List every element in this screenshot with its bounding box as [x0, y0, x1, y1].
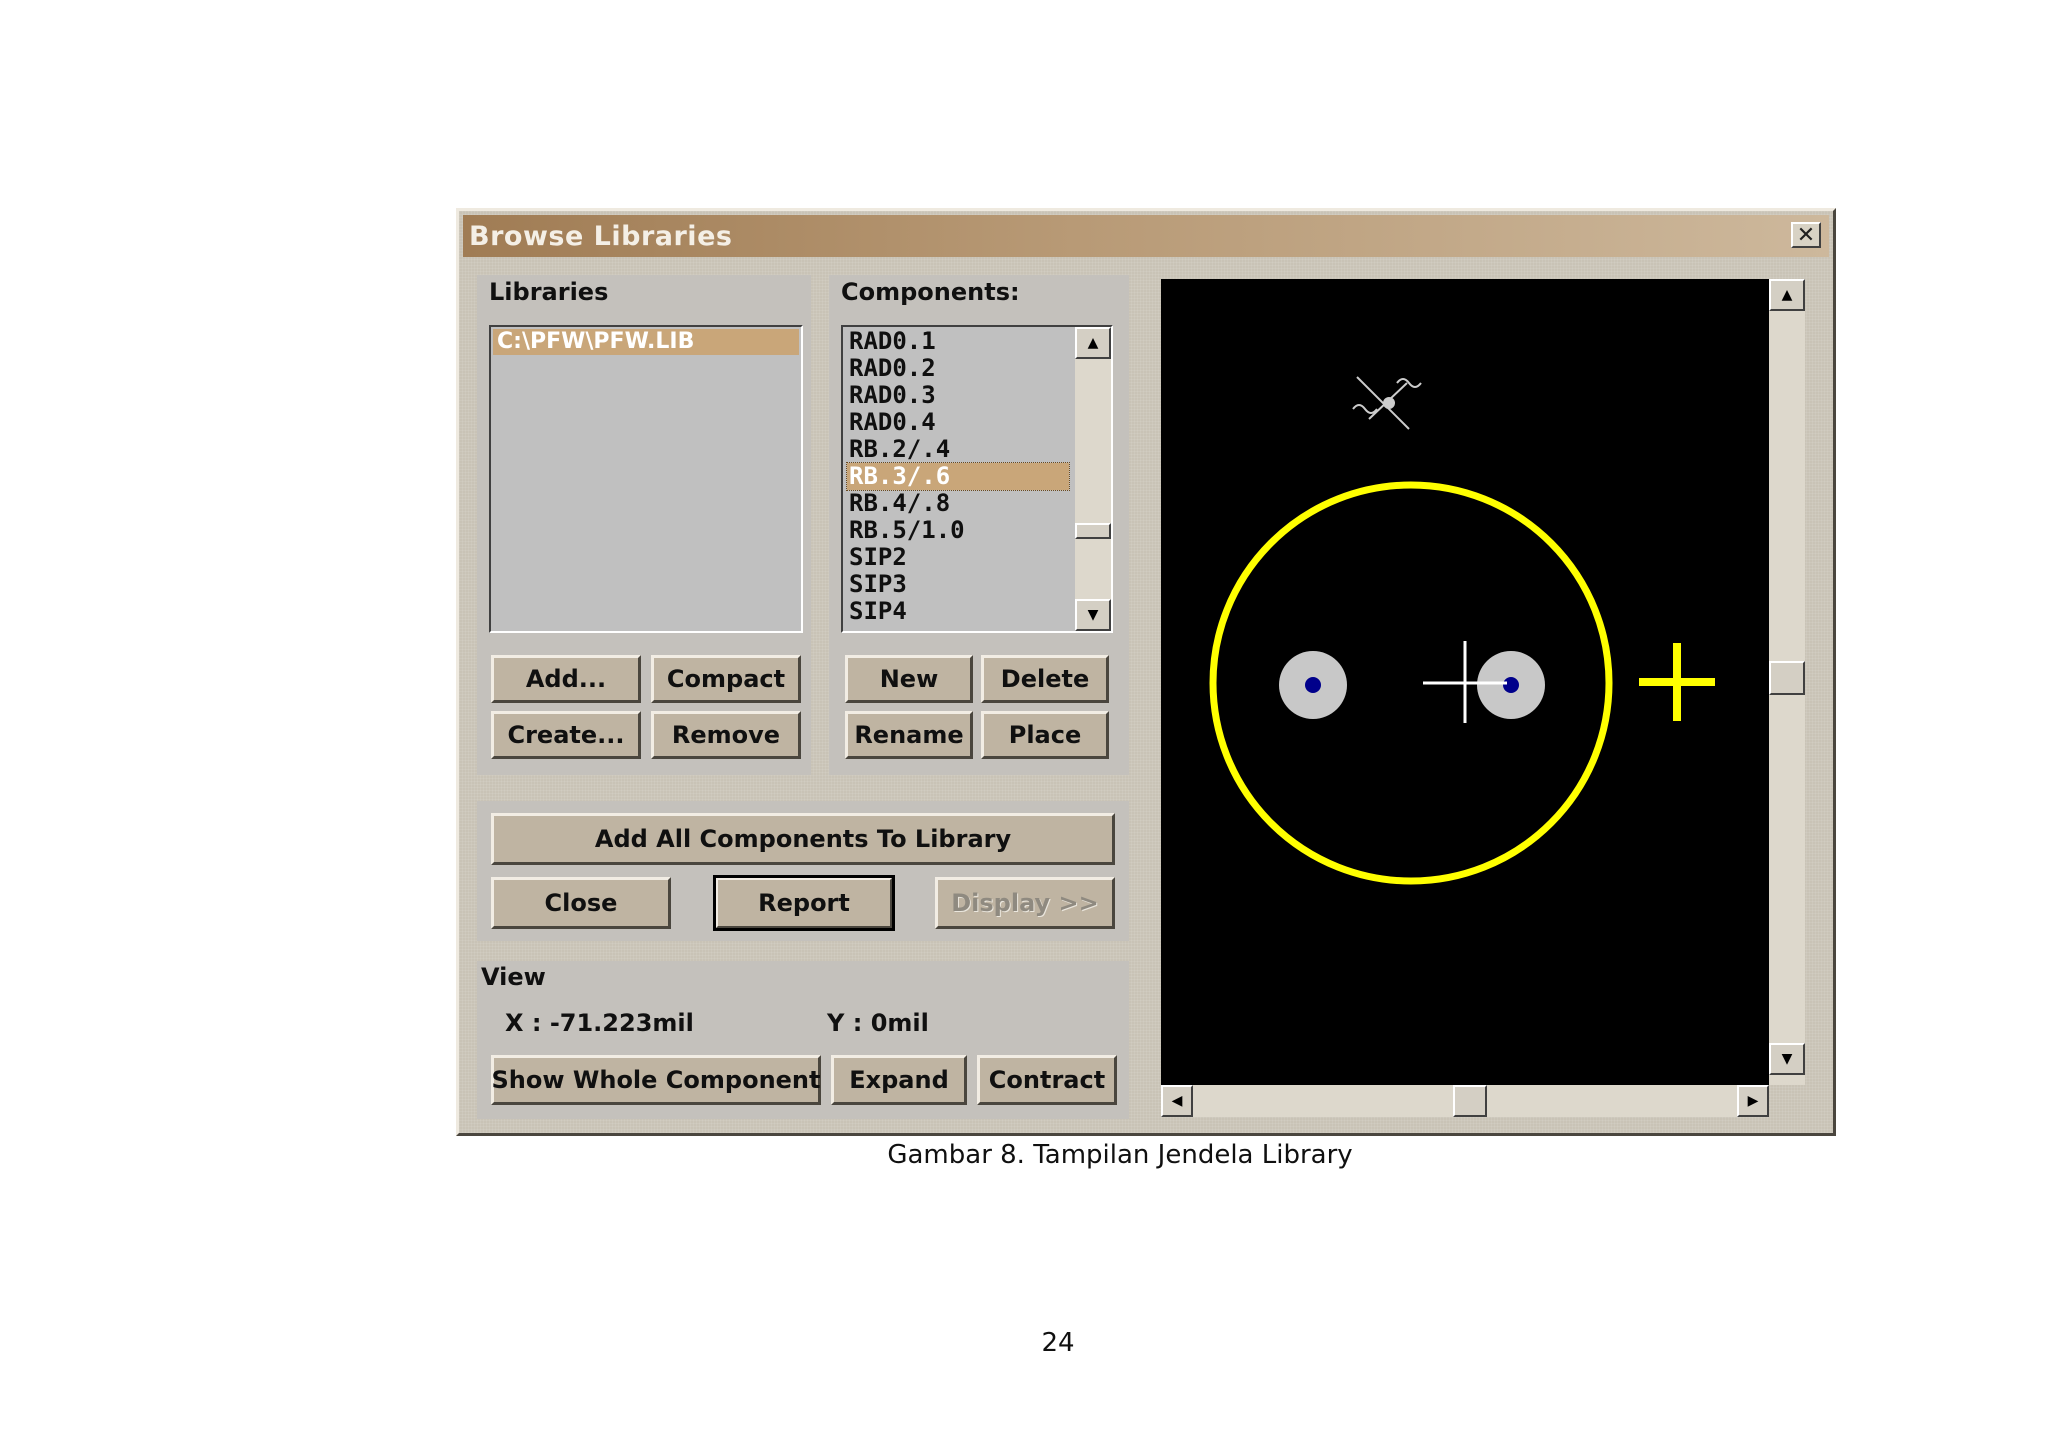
designator-marker-icon [1352, 376, 1422, 430]
y-coordinate: Y : 0mil [827, 1009, 929, 1037]
component-item[interactable]: RB.4/.8 [847, 490, 1069, 517]
component-item[interactable]: RAD0.1 [847, 328, 1069, 355]
view-label: View [481, 963, 546, 991]
scroll-down-arrow-icon[interactable]: ▼ [1075, 599, 1111, 631]
component-item[interactable]: RB.2/.4 [847, 436, 1069, 463]
components-list[interactable]: RAD0.1 RAD0.2 RAD0.3 RAD0.4 RB.2/.4 RB.3… [841, 325, 1113, 633]
component-item[interactable]: SIP4 [847, 598, 1069, 625]
new-component-button[interactable]: New [845, 655, 973, 703]
show-whole-component-button[interactable]: Show Whole Component [491, 1055, 821, 1105]
rename-component-button[interactable]: Rename [845, 711, 973, 759]
component-preview[interactable] [1161, 279, 1769, 1085]
actions-panel: Add All Components To Library Close Repo… [477, 801, 1129, 941]
expand-button[interactable]: Expand [831, 1055, 967, 1105]
display-button[interactable]: Display >> [935, 877, 1115, 929]
delete-component-button[interactable]: Delete [981, 655, 1109, 703]
footprint-drawing [1209, 376, 1715, 885]
preview-scroll-right-arrow-icon[interactable]: ▶ [1737, 1085, 1769, 1117]
report-button[interactable]: Report [713, 875, 895, 931]
component-item-selected[interactable]: RB.3/.6 [846, 462, 1070, 491]
preview-vertical-thumb[interactable] [1769, 661, 1805, 695]
component-item[interactable]: SIP3 [847, 571, 1069, 598]
preview-horizontal-thumb[interactable] [1453, 1085, 1487, 1117]
add-library-button[interactable]: Add... [491, 655, 641, 703]
page-number: 24 [1041, 1328, 1075, 1358]
compact-button[interactable]: Compact [651, 655, 801, 703]
components-scroll-thumb[interactable] [1075, 523, 1111, 539]
component-item[interactable]: RAD0.3 [847, 382, 1069, 409]
library-item[interactable]: C:\PFW\PFW.LIB [493, 329, 799, 355]
components-label: Components: [841, 278, 1020, 306]
x-coordinate: X : -71.223mil [505, 1009, 694, 1037]
component-item[interactable]: SIP2 [847, 544, 1069, 571]
contract-button[interactable]: Contract [977, 1055, 1117, 1105]
remove-library-button[interactable]: Remove [651, 711, 801, 759]
components-scrollbar-track[interactable] [1075, 327, 1111, 631]
component-item[interactable]: RAD0.2 [847, 355, 1069, 382]
component-item[interactable]: RAD0.4 [847, 409, 1069, 436]
pad-2-hole [1503, 677, 1519, 693]
libraries-panel: Libraries C:\PFW\PFW.LIB Add... Compact … [477, 275, 811, 775]
view-panel: View X : -71.223mil Y : 0mil Show Whole … [477, 961, 1129, 1119]
add-all-components-button[interactable]: Add All Components To Library [491, 813, 1115, 865]
preview-scroll-left-arrow-icon[interactable]: ◀ [1161, 1085, 1193, 1117]
component-item[interactable]: RB.5/1.0 [847, 517, 1069, 544]
close-icon[interactable]: ✕ [1791, 222, 1821, 248]
pad-1-hole [1305, 677, 1321, 693]
preview-scroll-down-arrow-icon[interactable]: ▼ [1769, 1043, 1805, 1075]
place-component-button[interactable]: Place [981, 711, 1109, 759]
close-button[interactable]: Close [491, 877, 671, 929]
window-title: Browse Libraries [469, 221, 733, 252]
libraries-label: Libraries [489, 278, 609, 306]
component-outline [1209, 481, 1613, 885]
figure-caption: Gambar 8. Tampilan Jendela Library [887, 1140, 1353, 1170]
libraries-list[interactable]: C:\PFW\PFW.LIB [489, 325, 803, 633]
components-panel: Components: RAD0.1 RAD0.2 RAD0.3 RAD0.4 … [829, 275, 1129, 775]
create-library-button[interactable]: Create... [491, 711, 641, 759]
scroll-up-arrow-icon[interactable]: ▲ [1075, 327, 1111, 359]
browse-libraries-window: Browse Libraries ✕ Libraries C:\PFW\PFW.… [456, 208, 1836, 1136]
preview-scroll-up-arrow-icon[interactable]: ▲ [1769, 279, 1805, 311]
title-bar[interactable]: Browse Libraries ✕ [463, 215, 1829, 257]
